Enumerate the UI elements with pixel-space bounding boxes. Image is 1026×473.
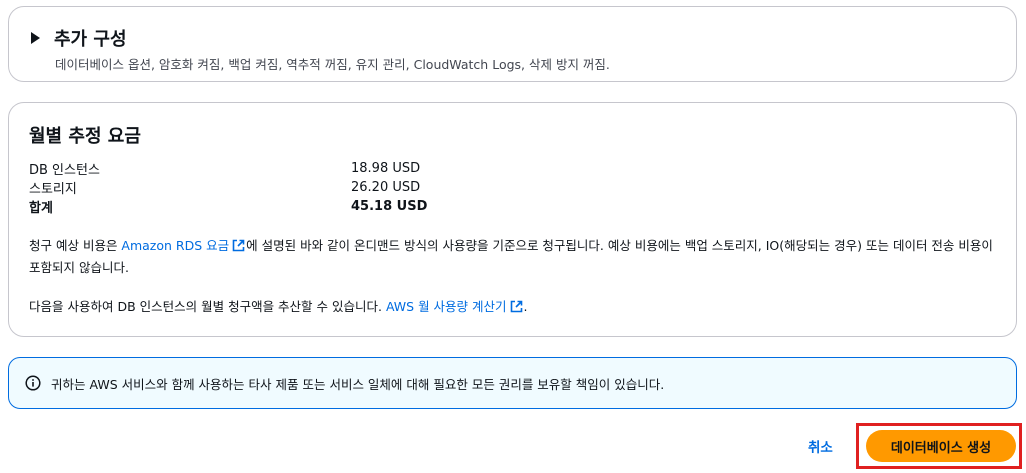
additional-config-description: 데이터베이스 옵션, 암호화 켜짐, 백업 켜짐, 역추적 꺼짐, 유지 관리,… <box>55 57 610 72</box>
calculator-note-text: 다음을 사용하여 DB 인스턴스의 월별 청구액을 추산할 수 있습니다. <box>29 299 386 314</box>
additional-config-title: 추가 구성 <box>54 29 127 50</box>
additional-config-panel: 추가 구성 데이터베이스 옵션, 암호화 켜짐, 백업 켜짐, 역추적 꺼짐, … <box>8 6 1017 82</box>
cost-label: DB 인스턴스 <box>29 163 100 178</box>
info-alert-text: 귀하는 AWS 서비스와 함께 사용하는 타사 제품 또는 서비스 일체에 대해… <box>51 376 665 392</box>
info-alert: 귀하는 AWS 서비스와 함께 사용하는 타사 제품 또는 서비스 일체에 대해… <box>8 357 1017 409</box>
rds-pricing-link[interactable]: Amazon RDS 요금 <box>121 238 246 253</box>
monthly-cost-title: 월별 추정 요금 <box>29 126 141 147</box>
external-link-icon <box>510 300 522 313</box>
create-database-button[interactable]: 데이터베이스 생성 <box>866 430 1016 462</box>
cost-value: 26.20 USD <box>351 180 421 195</box>
cost-row-storage: 스토리지 26.20 USD <box>29 178 449 197</box>
cost-value: 18.98 USD <box>351 161 421 176</box>
cost-table: DB 인스턴스 18.98 USD 스토리지 26.20 USD 합계 45.1… <box>29 159 449 216</box>
rds-pricing-link-text[interactable]: Amazon RDS 요금 <box>121 238 229 253</box>
billing-note-text: 청구 예상 비용은 <box>29 238 122 253</box>
calculator-note-text: . <box>523 299 528 314</box>
monthly-cost-panel: 월별 추정 요금 DB 인스턴스 18.98 USD 스토리지 26.20 US… <box>8 102 1017 337</box>
cancel-button[interactable]: 취소 <box>808 436 833 456</box>
aws-calculator-link[interactable]: AWS 월 사용량 계산기 <box>386 299 524 314</box>
calculator-note: 다음을 사용하여 DB 인스턴스의 월별 청구액을 추산할 수 있습니다. AW… <box>29 296 1004 318</box>
cost-value: 45.18 USD <box>351 199 428 214</box>
additional-config-expander[interactable]: 추가 구성 <box>29 25 127 51</box>
external-link-icon <box>232 239 245 252</box>
aws-calculator-link-text[interactable]: AWS 월 사용량 계산기 <box>386 299 507 314</box>
info-icon <box>25 375 41 391</box>
caret-right-icon <box>31 32 40 44</box>
cost-row-total: 합계 45.18 USD <box>29 197 449 216</box>
billing-note: 청구 예상 비용은 Amazon RDS 요금 에 설명된 바와 같이 온디맨드 … <box>29 235 1004 279</box>
cost-row-instance: DB 인스턴스 18.98 USD <box>29 159 449 178</box>
cost-label: 스토리지 <box>29 182 77 197</box>
cost-label: 합계 <box>29 201 53 216</box>
